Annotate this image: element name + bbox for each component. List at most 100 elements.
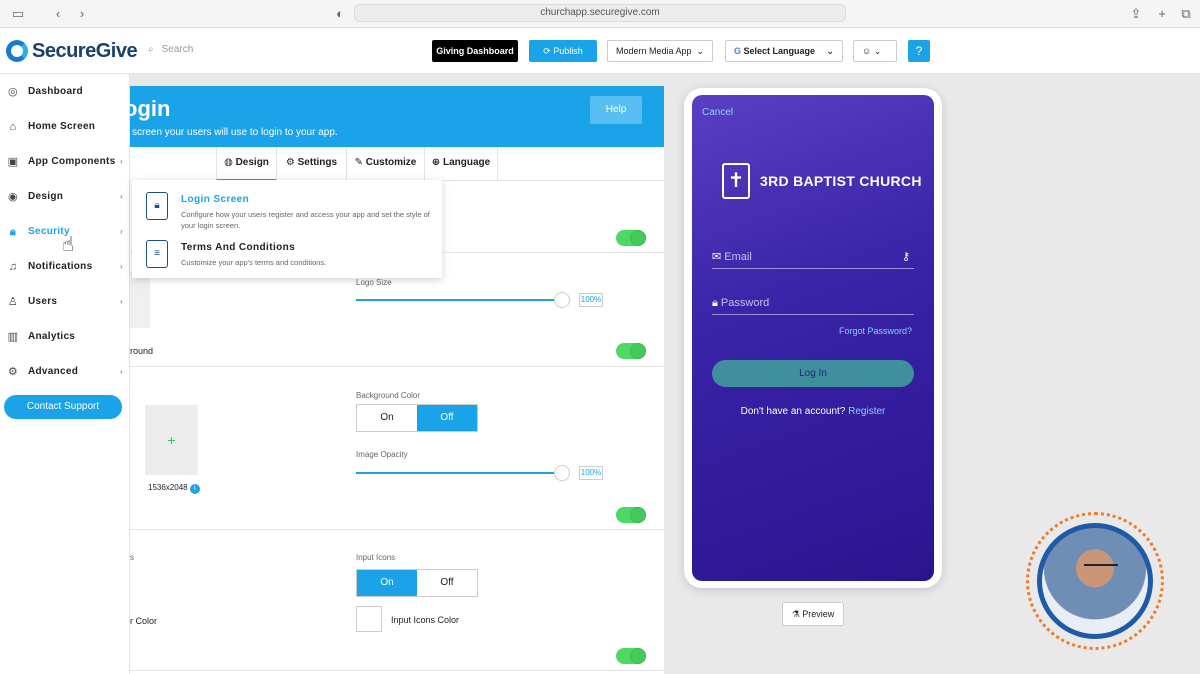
account-menu[interactable]: ☺ ⌄ xyxy=(853,40,897,62)
preview-label: Preview xyxy=(802,609,835,619)
brand-logo[interactable]: SecureGive xyxy=(6,38,138,64)
login-editor-panel: ogin screen your users will use to login… xyxy=(124,86,664,674)
sidebar-item-dashboard[interactable]: ◎ Dashboard xyxy=(0,74,129,109)
forward-icon[interactable]: › xyxy=(74,6,90,22)
new-tab-icon[interactable]: + xyxy=(1154,6,1170,22)
church-name: 3RD BAPTIST CHURCH xyxy=(760,173,922,189)
chevron-down-icon: ⌄ xyxy=(826,46,834,56)
giving-dashboard-button[interactable]: Giving Dashboard xyxy=(432,40,518,62)
sidebar-item-analytics[interactable]: ▥ Analytics xyxy=(0,319,129,354)
cancel-link[interactable]: Cancel xyxy=(702,107,733,118)
publish-label: Publish xyxy=(553,46,583,56)
menu-item-login-screen[interactable]: 🔒︎ Login Screen Configure how your users… xyxy=(132,184,442,232)
language-select[interactable]: G Select Language ⌄ xyxy=(725,40,843,62)
menu-item-description: Customize your app's terms and condition… xyxy=(181,258,327,267)
input-icons-color-swatch[interactable] xyxy=(356,606,382,632)
flask-icon: ⚗ xyxy=(791,609,800,619)
image-upload-button[interactable]: + xyxy=(145,405,198,475)
off-option[interactable]: Off xyxy=(417,405,477,431)
gauge-icon: ◎ xyxy=(8,85,18,98)
section-label-cut: s xyxy=(130,553,134,562)
sidebar-item-users[interactable]: ♙ Users › xyxy=(0,284,129,319)
securegive-logo-icon xyxy=(6,40,28,62)
pointer-cursor-icon: ☝ xyxy=(62,234,75,256)
app-header: SecureGive ⌕ Search Giving Dashboard ⟳ P… xyxy=(0,28,1200,74)
email-field[interactable]: ✉ Email ⚷ xyxy=(712,247,914,269)
sidebar-item-label: Notifications xyxy=(28,261,93,272)
sidebar: ◎ Dashboard ⌂ Home Screen ▣ App Components ›… xyxy=(0,74,130,674)
tab-label: Language xyxy=(442,157,491,168)
on-option[interactable]: On xyxy=(357,570,417,596)
tab-settings[interactable]: ⚙ Settings xyxy=(276,147,346,181)
brush-icon: ◍ xyxy=(224,157,233,168)
back-icon[interactable]: ‹ xyxy=(50,6,66,22)
tab-label: Customize xyxy=(365,157,417,168)
forgot-password-link[interactable]: Forgot Password? xyxy=(839,326,912,336)
gear-icon: ⚙ xyxy=(7,365,19,378)
register-prompt: Don't have an account? Register xyxy=(692,406,934,417)
off-option[interactable]: Off xyxy=(417,570,477,596)
logo-size-value[interactable]: 100% xyxy=(579,293,603,307)
slider-thumb[interactable] xyxy=(554,465,570,481)
lock-icon: 🔒︎ xyxy=(9,225,17,238)
publish-button[interactable]: ⟳ Publish xyxy=(529,40,597,62)
sidebar-item-advanced[interactable]: ⚙ Advanced › xyxy=(0,354,129,389)
chart-icon: ▥ xyxy=(7,330,19,343)
menu-item-terms-and-conditions[interactable]: ≡ Terms And Conditions Customize your ap… xyxy=(132,232,442,280)
toggle-switch[interactable] xyxy=(616,230,646,246)
glasses-shape xyxy=(1084,564,1118,572)
sidebar-item-label: Analytics xyxy=(28,331,76,342)
image-opacity-value[interactable]: 100% xyxy=(579,466,603,480)
sidebar-toggle-icon[interactable]: ▭ xyxy=(10,6,26,22)
share-icon[interactable]: ⇪ xyxy=(1128,6,1144,22)
input-icons-toggle[interactable]: On Off xyxy=(356,569,478,597)
contact-support-button[interactable]: Contact Support xyxy=(4,395,122,419)
search-input[interactable]: ⌕ Search xyxy=(148,44,193,55)
password-field[interactable]: 🔒︎ Password xyxy=(712,293,914,315)
lock-icon: 🔒︎ xyxy=(712,297,718,309)
slider-thumb[interactable] xyxy=(554,292,570,308)
tab-label: Design xyxy=(235,157,269,168)
toggle-knob xyxy=(631,508,645,522)
help-button[interactable]: Help xyxy=(590,96,642,124)
login-button[interactable]: Log In xyxy=(712,360,914,387)
color-label-cut: r Color xyxy=(130,616,158,626)
background-color-toggle[interactable]: On Off xyxy=(356,404,478,432)
email-placeholder: Email xyxy=(724,251,752,263)
info-icon[interactable]: i xyxy=(189,484,200,494)
sidebar-item-design[interactable]: ◉ Design › xyxy=(0,179,129,214)
logo-size-slider[interactable] xyxy=(356,292,570,308)
chevron-down-icon: ⌄ xyxy=(696,46,704,56)
church-logo: ✝ 3RD BAPTIST CHURCH xyxy=(722,163,922,199)
presenter-photo xyxy=(1037,523,1153,639)
presenter-avatar xyxy=(1026,512,1164,650)
url-bar[interactable]: churchapp.securegive.com xyxy=(354,4,846,22)
tab-design[interactable]: ◍ Design xyxy=(216,147,276,181)
help-icon[interactable]: ? xyxy=(908,40,930,62)
envelope-icon: ✉ xyxy=(712,251,722,263)
language-select-value: Select Language xyxy=(743,46,816,56)
sidebar-item-label: Home Screen xyxy=(28,121,96,132)
preview-button[interactable]: ⚗ Preview xyxy=(782,602,844,626)
password-placeholder: Password xyxy=(720,297,770,309)
privacy-icon[interactable]: ◐ xyxy=(332,6,348,22)
image-opacity-label: Image Opacity xyxy=(356,450,408,459)
toggle-switch[interactable] xyxy=(616,343,646,359)
sidebar-item-app-components[interactable]: ▣ App Components › xyxy=(0,144,129,179)
sidebar-item-label: Design xyxy=(28,191,64,202)
app-select[interactable]: Modern Media App ⌄ xyxy=(607,40,713,62)
tabs-icon[interactable]: ⧉ xyxy=(1178,6,1194,22)
input-icons-color-label: Input Icons Color xyxy=(391,615,460,625)
cross-icon: ✝ xyxy=(722,163,750,199)
image-dimensions: 1536x2048 i xyxy=(148,483,200,494)
image-opacity-slider[interactable] xyxy=(356,465,570,481)
sidebar-item-home-screen[interactable]: ⌂ Home Screen xyxy=(0,109,129,144)
tab-language[interactable]: ⊕ Language xyxy=(424,147,498,181)
register-link[interactable]: Register xyxy=(848,406,885,417)
toggle-switch[interactable] xyxy=(616,648,646,664)
on-option[interactable]: On xyxy=(357,405,417,431)
toggle-switch[interactable] xyxy=(616,507,646,523)
globe-icon: ⊕ xyxy=(431,157,441,168)
tab-customize[interactable]: ✎ Customize xyxy=(346,147,424,181)
security-submenu: 🔒︎ Login Screen Configure how your users… xyxy=(132,180,442,278)
